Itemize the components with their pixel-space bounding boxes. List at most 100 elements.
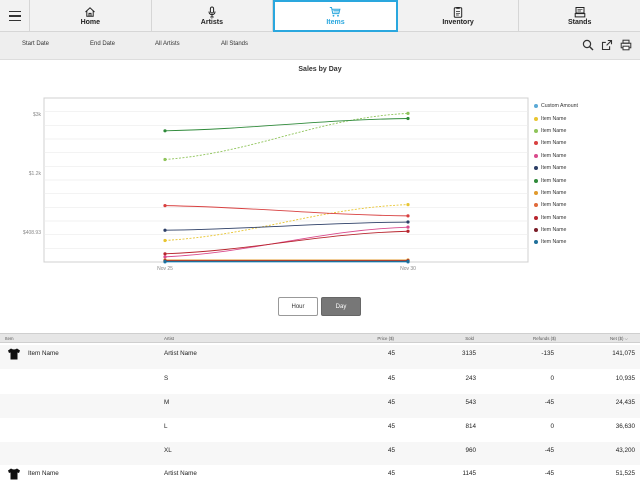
legend-item[interactable]: Item Name [534, 150, 578, 162]
end-date-filter[interactable]: End Date [90, 41, 115, 47]
tab-artists[interactable]: Artists [152, 0, 274, 32]
cell-refunds: 0 [550, 375, 554, 382]
cell-price: 45 [387, 375, 395, 382]
cell-sold: 1145 [462, 470, 476, 477]
legend-item[interactable]: Item Name [534, 174, 578, 186]
tab-stands[interactable]: Stands [519, 0, 640, 32]
tab-inventory[interactable]: Inventory [398, 0, 520, 32]
legend-label: Item Name [541, 239, 567, 246]
cell-sold: 543 [465, 399, 476, 406]
legend-item[interactable]: Custom Amount [534, 100, 578, 112]
cell-refunds: -45 [544, 470, 554, 477]
series-point [163, 228, 167, 232]
cell-price: 45 [387, 350, 395, 357]
legend-label: Item Name [541, 152, 567, 159]
search-icon[interactable] [582, 39, 594, 51]
cell-price: 45 [387, 423, 395, 430]
shopping-cart-icon [330, 7, 342, 17]
cell-refunds: -45 [544, 399, 554, 406]
cell-artist: XL [164, 447, 172, 454]
legend-item[interactable]: Item Name [534, 199, 578, 211]
legend-item[interactable]: Item Name [534, 125, 578, 137]
filter-bar: Start Date End Date All Artists All Stan… [0, 32, 640, 60]
legend-dot-icon [534, 190, 538, 195]
cell-sold: 243 [465, 375, 476, 382]
legend-label: Item Name [541, 165, 567, 172]
microphone-icon [208, 6, 216, 18]
col-refunds[interactable]: Refunds ($) [533, 336, 556, 341]
series-point [406, 203, 410, 207]
legend-label: Item Name [541, 177, 567, 184]
legend-item[interactable]: Item Name [534, 137, 578, 149]
series-point [163, 255, 167, 259]
y-tick-label: $3k [33, 112, 42, 118]
legend-dot-icon [534, 116, 538, 121]
col-sold[interactable]: Sold [465, 336, 474, 341]
hour-toggle-button[interactable]: Hour [278, 297, 318, 316]
legend-item[interactable]: Item Name [534, 187, 578, 199]
cell-sold: 814 [465, 423, 476, 430]
hamburger-menu-icon[interactable] [0, 0, 30, 32]
export-icon[interactable] [601, 39, 613, 51]
cell-refunds: 0 [550, 423, 554, 430]
tab-label: Inventory [442, 19, 474, 26]
series-point [163, 157, 167, 162]
series-point [163, 238, 167, 243]
cell-sold: 3135 [461, 350, 476, 357]
series-point [406, 214, 410, 218]
legend-item[interactable]: Item Name [534, 224, 578, 236]
tshirt-icon [7, 348, 21, 360]
cell-item: Item Name [28, 350, 59, 357]
cell-artist: S [164, 375, 169, 382]
series-point [406, 259, 410, 264]
legend-item[interactable]: Item Name [534, 112, 578, 124]
legend-dot-icon [534, 203, 538, 208]
col-artist[interactable]: Artist [164, 336, 174, 341]
series-point [406, 220, 410, 224]
legend-dot-icon [534, 240, 538, 245]
legend-item[interactable]: Item Name [534, 212, 578, 224]
day-toggle-button[interactable]: Day [321, 297, 361, 316]
tab-label: Home [80, 19, 101, 26]
col-item[interactable]: Item [5, 336, 14, 341]
artists-filter[interactable]: All Artists [155, 41, 180, 47]
cell-net: 10,935 [615, 375, 635, 382]
tab-home[interactable]: Home [30, 0, 152, 32]
tab-items[interactable]: Items [273, 0, 398, 32]
table-row[interactable]: XL 45 960 -45 43,200 [0, 442, 640, 466]
tab-label: Stands [568, 19, 592, 26]
cell-sold: 960 [465, 447, 476, 454]
legend-item[interactable]: Item Name [534, 162, 578, 174]
legend-dot-icon [534, 153, 538, 158]
cell-artist: M [164, 399, 170, 406]
x-tick-label: Nov 25 [157, 266, 173, 272]
table-row[interactable]: S 45 243 0 10,935 [0, 370, 640, 394]
home-icon [85, 7, 96, 17]
clipboard-icon [453, 7, 463, 18]
legend-item[interactable]: Item Name [534, 236, 578, 248]
y-tick-label: $1.2k [29, 171, 42, 177]
series-point [163, 259, 167, 264]
legend-dot-icon [534, 104, 538, 109]
legend-label: Custom Amount [541, 103, 578, 110]
series-point [406, 229, 410, 233]
print-icon[interactable] [620, 39, 632, 51]
table-row[interactable]: Item Name Artist Name 45 3135 -135 141,075 [0, 345, 640, 369]
legend-label: Item Name [541, 202, 567, 209]
cell-artist: Artist Name [164, 350, 197, 357]
col-net[interactable]: Net ($) ⌵ [610, 336, 628, 341]
legend-label: Item Name [541, 140, 567, 147]
table-row[interactable]: L 45 814 0 36,630 [0, 418, 640, 442]
table-row[interactable]: M 45 543 -45 24,435 [0, 394, 640, 418]
table-header: Item Artist Price ($) Sold Refunds ($) N… [0, 333, 640, 343]
table-row[interactable]: Item Name Artist Name 45 1145 -45 51,525 [0, 465, 640, 488]
stands-filter[interactable]: All Stands [221, 41, 248, 47]
start-date-filter[interactable]: Start Date [22, 41, 49, 47]
app-window: Home Artists Items Inventory Stands Star… [0, 0, 640, 488]
series-point [406, 225, 410, 229]
legend-dot-icon [534, 128, 538, 133]
col-price[interactable]: Price ($) [377, 336, 394, 341]
series-point [163, 252, 167, 256]
cell-net: 24,435 [615, 399, 635, 406]
col-net-label: Net ($) [610, 336, 624, 341]
